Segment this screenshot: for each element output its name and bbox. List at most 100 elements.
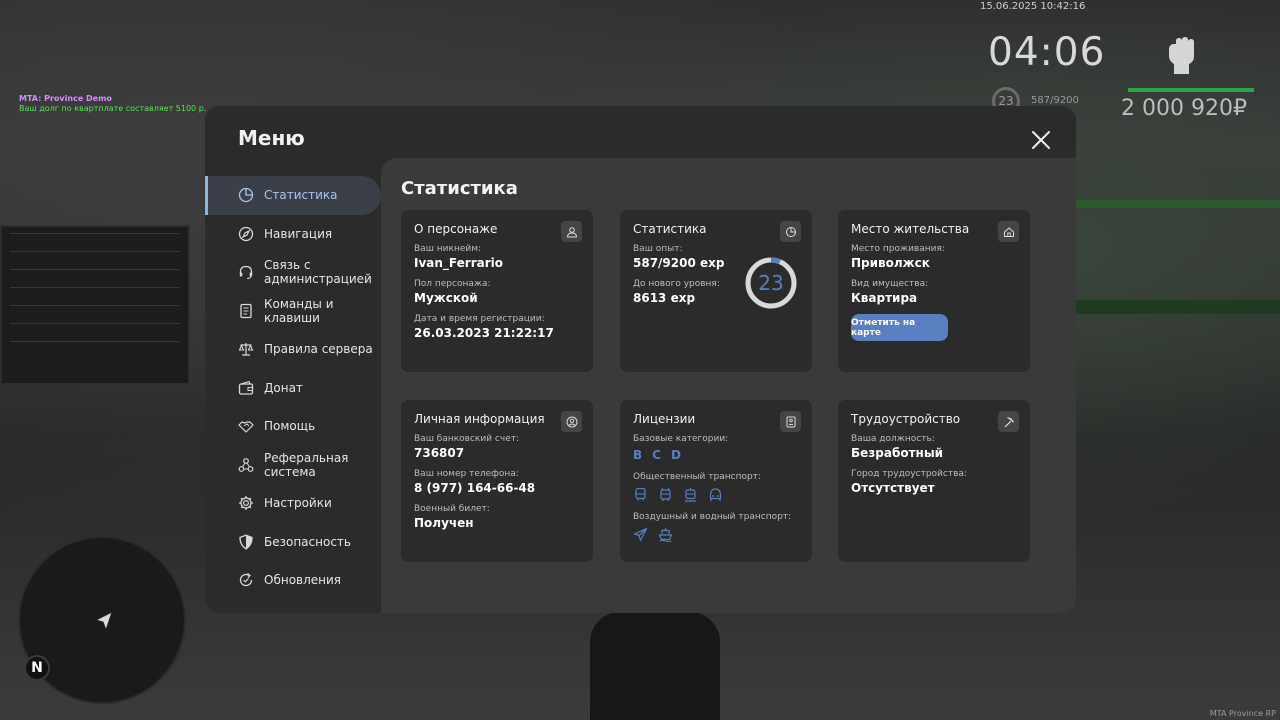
background-strip [1075, 300, 1280, 314]
card-icon-button [780, 221, 801, 242]
field-label: Общественный транспорт: [633, 472, 761, 482]
level-number: 23 [758, 271, 783, 295]
card-title: Лицензии [633, 412, 696, 426]
hud-date: 15.06.2025 10:42:16 [980, 1, 1086, 12]
field-label: Ваш никнейм: [414, 244, 482, 254]
sidebar-item-updates[interactable]: Обновления [205, 561, 381, 600]
card-icon-button [561, 221, 582, 242]
sidebar-item-label: Безопасность [264, 534, 351, 549]
field-value: 26.03.2023 21:22:17 [414, 326, 554, 340]
user-icon [566, 226, 577, 237]
sidebar-item-help[interactable]: Помощь [205, 407, 381, 446]
card-residence: Место жительства Место проживания: Приво… [838, 210, 1030, 372]
id-card-icon [786, 416, 795, 427]
menu-window: Меню Статистика Навигация Связь с админи… [205, 106, 1076, 613]
trolleybus-icon [660, 487, 671, 501]
sidebar-item-security[interactable]: Безопасность [205, 523, 381, 562]
field-value: Ivan_Ferrario [414, 256, 503, 270]
handshake-icon [238, 421, 254, 433]
card-title: Личная информация [414, 412, 545, 426]
sidebar-item-statistics[interactable]: Статистика [205, 176, 381, 215]
watermark: MTA Province RP [1209, 709, 1276, 718]
tram-icon [685, 487, 696, 502]
field-label: Ваш банковский счет: [414, 434, 520, 444]
field-label: Ваш опыт: [633, 244, 683, 254]
sidebar-item-label: Связь с администрацией [264, 258, 372, 287]
background-shelf [0, 225, 190, 385]
sidebar-item-label: Настройки [264, 496, 332, 511]
sidebar-item-contact-admin[interactable]: Связь с администрацией [205, 253, 381, 292]
field-label: Ваш номер телефона: [414, 469, 519, 479]
chat-box: MTA: Province Demo Ваш долг по квартплат… [19, 94, 206, 114]
sidebar-item-label: Донат [264, 380, 303, 395]
background-strip [1075, 200, 1280, 208]
compass-icon [238, 226, 254, 241]
card-title: Место жительства [851, 222, 970, 236]
health-bar [1128, 88, 1254, 92]
field-label: Вид имущества: [851, 279, 929, 289]
shield-icon [239, 534, 253, 550]
card-personal-info: Личная информация Ваш банковский счет: 7… [401, 400, 593, 562]
field-label: Базовые категории: [633, 434, 729, 444]
card-title: Статистика [633, 222, 707, 236]
card-statistics: Статистика Ваш опыт: 587/9200 exp До нов… [620, 210, 812, 372]
card-title: Трудоустройство [851, 412, 961, 426]
field-value: Безработный [851, 446, 944, 460]
minimap: N [18, 536, 186, 704]
sidebar-item-navigation[interactable]: Навигация [205, 215, 381, 254]
pie-chart-icon [785, 226, 796, 237]
house-icon [1003, 226, 1014, 237]
hud-money: 2 000 920₽ [1121, 96, 1247, 121]
network-icon [238, 457, 254, 472]
field-label: Ваша должность: [851, 434, 935, 444]
refresh-icon [239, 573, 253, 587]
sidebar-item-referral[interactable]: Реферальная система [205, 446, 381, 485]
sidebar-item-label: Обновления [264, 573, 342, 588]
sidebar-item-rules[interactable]: Правила сервера [205, 330, 381, 369]
sidebar-item-label: Помощь [264, 419, 316, 434]
sidebar-item-label: Команды и клавиши [264, 296, 334, 325]
airplane-icon [633, 527, 648, 542]
field-value: 736807 [414, 446, 465, 460]
card-icon-button [780, 411, 801, 432]
document-icon [240, 303, 252, 318]
card-employment: Трудоустройство Ваша должность: Безработ… [838, 400, 1030, 562]
pie-chart-icon [238, 188, 254, 203]
field-value: Мужской [414, 291, 478, 305]
gear-icon [239, 496, 253, 511]
wallet-icon [238, 380, 254, 395]
hud-exp: 587/9200 [1031, 95, 1079, 106]
ship-icon [658, 528, 673, 542]
field-value: 8 (977) 164-66-48 [414, 481, 536, 495]
content-panel: Статистика О персонаже Ваш никнейм: Ivan… [381, 158, 1076, 613]
field-value: Отсутствует [851, 481, 935, 495]
field-value: Приволжск [851, 256, 930, 270]
sidebar-item-commands[interactable]: Команды и клавиши [205, 292, 381, 331]
card-icon-button [998, 221, 1019, 242]
sidebar-item-donate[interactable]: Донат [205, 369, 381, 408]
bus-icon [635, 487, 646, 501]
close-icon[interactable] [1029, 128, 1053, 152]
user-circle-icon [566, 416, 577, 427]
license-categories: B C D [633, 448, 799, 462]
field-label: Воздушный и водный транспорт: [633, 512, 792, 522]
field-label: Военный билет: [414, 504, 490, 514]
north-indicator: N [24, 655, 50, 681]
field-label: Пол персонажа: [414, 279, 491, 289]
player-character [590, 612, 720, 720]
hud-clock: 04:06 [988, 30, 1106, 75]
pickaxe-icon [1004, 417, 1014, 427]
card-licenses: Лицензии Базовые категории: B C D Общест… [620, 400, 812, 562]
license-category: B [633, 448, 643, 462]
card-title: О персонаже [414, 222, 498, 236]
air-water-licenses [633, 527, 799, 542]
field-label: Дата и время регистрации: [414, 314, 545, 324]
fist-icon [1169, 37, 1194, 74]
mark-on-map-button[interactable]: Отметить на карте [851, 314, 948, 341]
sidebar-item-label: Правила сервера [264, 342, 373, 357]
card-icon-button [561, 411, 582, 432]
sidebar-item-label: Реферальная система [264, 450, 349, 479]
sidebar-item-label: Статистика [264, 188, 338, 203]
content-title: Статистика [401, 178, 518, 199]
sidebar-item-settings[interactable]: Настройки [205, 484, 381, 523]
